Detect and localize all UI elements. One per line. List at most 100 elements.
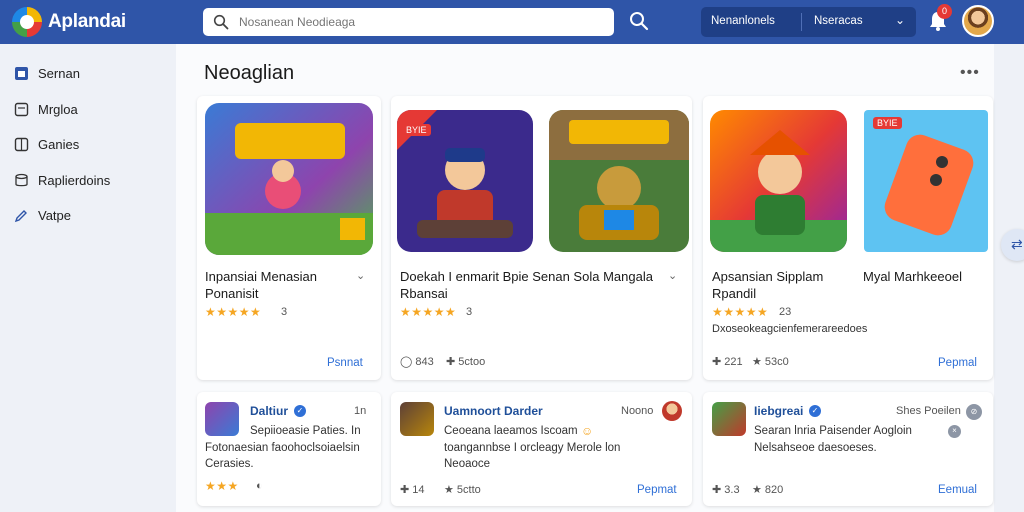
chevron-down-icon[interactable]: ⌄ (895, 13, 905, 27)
notification-badge: 0 (937, 4, 952, 19)
link-icon[interactable]: ⊘ (966, 404, 982, 420)
like-count-value: 221 (724, 356, 743, 368)
game-subtitle: Rbansai (400, 286, 448, 301)
post-meta: Shes Poeilen (896, 405, 961, 417)
box-icon (14, 102, 29, 117)
share-count: ★ 53c0 (752, 356, 789, 368)
rating-stars: ★★★★★ (400, 305, 457, 319)
game-thumbnail[interactable] (710, 110, 847, 252)
share-count: ★ 5ctto (444, 484, 481, 496)
like-count: ✚ 5ctoo (446, 356, 486, 368)
sidebar-item-label: Vatpe (38, 208, 72, 223)
post-time: 1n (354, 405, 367, 417)
tag-badge: BYIE (873, 117, 902, 129)
game-subtitle: Rpandil (712, 286, 757, 301)
rating-count: 3 (466, 306, 473, 318)
top-bar: Aplandai Nenanlonels Nseracas ⌄ 0 (0, 0, 1024, 44)
filter-divider (801, 13, 802, 31)
card-link[interactable]: Pepmat (637, 484, 677, 496)
like-count-value: 3.3 (724, 484, 740, 496)
chevron-down-icon[interactable]: ⌄ (668, 269, 677, 282)
post-thumbnail[interactable] (712, 402, 746, 436)
share-count-value: 820 (764, 484, 784, 496)
sidebar-item-pen[interactable]: Vatpe (14, 206, 164, 226)
post-meta: Noono (621, 405, 654, 417)
chevron-down-icon[interactable]: ⌄ (356, 269, 365, 282)
loading-icon: ◐ (256, 480, 263, 492)
next-arrow-button[interactable]: ⇄ (1001, 229, 1024, 261)
game-thumbnail[interactable] (205, 103, 373, 255)
grid-icon (14, 137, 29, 152)
search-input[interactable] (239, 12, 599, 32)
rating-count: 23 (779, 306, 792, 318)
verified-icon: ✓ (809, 405, 821, 417)
game-title: Doekah I enmarit Bpie Senan Sola Mangala (400, 269, 653, 284)
search-icon (213, 14, 229, 30)
app-title: Aplandai (48, 11, 126, 32)
like-count: ✚ 3.3 (712, 484, 740, 496)
like-count: ✚ 221 (712, 356, 743, 368)
post-text-line: toangannbse I orcleagy Merole lon (444, 442, 621, 454)
card-link[interactable]: Eemual (938, 484, 977, 496)
sidebar-item-games[interactable]: Ganies (14, 135, 164, 155)
post-text-line: Fotonaesian faoohoclsoiaelsin (205, 442, 360, 454)
sidebar-item-label: Sernan (38, 66, 80, 81)
post-thumbnail[interactable] (400, 402, 434, 436)
post-text-line: Ceoeana laeamos Iscoam (444, 425, 578, 437)
app-logo[interactable] (12, 7, 42, 37)
filter-option-a[interactable]: Nenanlonels (711, 15, 775, 27)
game-description: Dxoseokeagcienfemerareedoes (712, 323, 868, 335)
game-thumbnail[interactable] (549, 110, 689, 252)
rating-count: 3 (281, 306, 288, 318)
rating-stars: ★★★★★ (712, 305, 769, 319)
game-title: Apsansian Sipplam (712, 269, 824, 284)
post-text-line: Sepiioeasie Paties. In (250, 425, 361, 437)
comment-count-value: 843 (415, 356, 434, 368)
pen-icon (14, 210, 27, 223)
rating-stars: ★★★ (205, 479, 239, 493)
sidebar-item-label: Mrgloa (38, 102, 78, 117)
like-count-value: 14 (412, 484, 425, 496)
like-count-value: 5ctoo (458, 356, 486, 368)
filter-group: Nenanlonels Nseracas ⌄ (701, 7, 916, 37)
post-text-line: Nelsahseoe daesoeses. (754, 442, 877, 454)
game-title: Inpansiai Menasian (205, 269, 318, 284)
post-text-line: Searan lnria Paisender Aogloin (754, 425, 912, 437)
more-menu-icon[interactable]: ••• (960, 64, 980, 82)
verified-icon: ✓ (294, 405, 306, 417)
close-icon[interactable]: × (948, 425, 961, 438)
like-count: ✚ 14 (400, 484, 425, 496)
post-username[interactable]: Iiebgreai (754, 404, 803, 418)
share-count-value: 53c0 (764, 356, 789, 368)
post-thumbnail[interactable] (205, 402, 239, 436)
search-button-icon[interactable] (628, 10, 650, 32)
post-username[interactable]: Daltiur (250, 404, 288, 418)
emoji-icon: ☺ (581, 424, 594, 438)
tag-badge: BYIE (402, 124, 431, 136)
user-avatar[interactable] (962, 5, 994, 37)
filter-option-b[interactable]: Nseracas (814, 15, 863, 27)
comment-count: ◯ 843 (400, 356, 434, 368)
post-username[interactable]: Uamnoort Darder (444, 404, 543, 418)
post-text-line: Cerasies. (205, 458, 254, 470)
game-title: Myal Marhkeeoel (863, 269, 962, 284)
arrow-right-icon: ⇄ (1011, 236, 1023, 252)
share-count-value: 5ctto (456, 484, 481, 496)
home-icon (15, 67, 28, 80)
sidebar-item-label: Raplierdoins (38, 173, 111, 188)
sidebar-item-label: Ganies (38, 137, 80, 152)
search-box[interactable] (203, 8, 614, 36)
sidebar-item-home[interactable]: Sernan (14, 64, 164, 84)
game-thumbnail[interactable] (864, 110, 988, 252)
db-icon (15, 173, 28, 187)
post-avatar[interactable] (662, 401, 682, 421)
rating-stars: ★★★★★ (205, 305, 262, 319)
post-text-line: Neoaoce (444, 458, 491, 470)
share-count: ★ 820 (752, 484, 784, 496)
game-subtitle: Ponanisit (205, 286, 259, 301)
sidebar-item-db[interactable]: Raplierdoins (14, 171, 164, 191)
section-title: Neoaglian (204, 62, 295, 84)
card-link[interactable]: Pepmal (938, 357, 977, 369)
card-link[interactable]: Psnnat (327, 357, 363, 369)
sidebar-item-box[interactable]: Mrgloa (14, 100, 164, 120)
